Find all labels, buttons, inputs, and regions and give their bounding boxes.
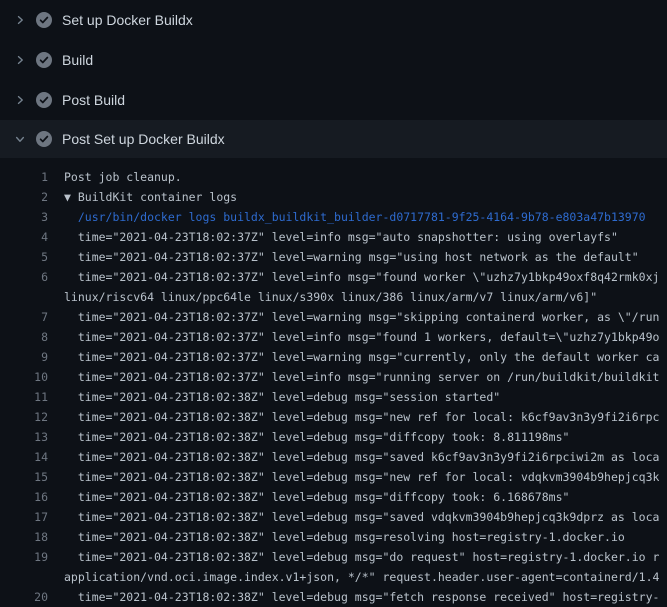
log-row: 20 time="2021-04-23T18:02:38Z" level=deb… (0, 587, 667, 607)
log-line-text: time="2021-04-23T18:02:37Z" level=warnin… (64, 310, 659, 324)
log-line-number[interactable]: 14 (0, 450, 48, 464)
log-line-text: time="2021-04-23T18:02:37Z" level=warnin… (64, 250, 639, 264)
log-line-text: linux/riscv64 linux/ppc64le linux/s390x … (64, 290, 597, 304)
log-line-text: time="2021-04-23T18:02:38Z" level=debug … (64, 430, 569, 444)
log-line-text: /usr/bin/docker logs buildx_buildkit_bui… (64, 210, 646, 224)
step-label: Post Set up Docker Buildx (62, 131, 225, 147)
step-label: Set up Docker Buildx (62, 12, 193, 28)
log-row: 8 time="2021-04-23T18:02:37Z" level=info… (0, 327, 667, 347)
log-line-text: time="2021-04-23T18:02:38Z" level=debug … (64, 590, 659, 604)
log-line-number[interactable]: 5 (0, 250, 48, 264)
log-line-text: application/vnd.oci.image.index.v1+json,… (64, 570, 659, 584)
log-line-number[interactable]: 16 (0, 490, 48, 504)
log-line-number[interactable]: 1 (0, 170, 48, 184)
log-row: 18 time="2021-04-23T18:02:38Z" level=deb… (0, 527, 667, 547)
check-circle-icon (36, 92, 52, 108)
log-line-text: time="2021-04-23T18:02:38Z" level=debug … (64, 530, 625, 544)
log-line-text: time="2021-04-23T18:02:38Z" level=debug … (64, 470, 659, 484)
log-line-number[interactable]: 3 (0, 210, 48, 224)
log-row: 19 time="2021-04-23T18:02:38Z" level=deb… (0, 547, 667, 567)
log-row: 4 time="2021-04-23T18:02:37Z" level=info… (0, 227, 667, 247)
log-line-number[interactable]: 17 (0, 510, 48, 524)
log-line-text: time="2021-04-23T18:02:38Z" level=debug … (64, 450, 659, 464)
log-line-text: time="2021-04-23T18:02:38Z" level=debug … (64, 410, 659, 424)
log-line-text: time="2021-04-23T18:02:38Z" level=debug … (64, 550, 659, 564)
log-line-text: time="2021-04-23T18:02:37Z" level=info m… (64, 270, 659, 284)
log-row: 14 time="2021-04-23T18:02:38Z" level=deb… (0, 447, 667, 467)
log-line-number[interactable]: 19 (0, 550, 48, 564)
chevron-right-icon (12, 92, 28, 108)
step-label: Post Build (62, 92, 125, 108)
check-circle-icon (36, 131, 52, 147)
log-line-text: time="2021-04-23T18:02:38Z" level=debug … (64, 390, 500, 404)
log-line-number[interactable]: 4 (0, 230, 48, 244)
step-header[interactable]: Set up Docker Buildx (0, 0, 667, 40)
log-line-number[interactable]: 15 (0, 470, 48, 484)
log-row: 9 time="2021-04-23T18:02:37Z" level=warn… (0, 347, 667, 367)
step-label: Build (62, 52, 93, 68)
log-line-number[interactable]: 10 (0, 370, 48, 384)
log-line-number[interactable]: 2 (0, 190, 48, 204)
log-row: 15 time="2021-04-23T18:02:38Z" level=deb… (0, 467, 667, 487)
log-line-number[interactable]: 18 (0, 530, 48, 544)
log-row: 17 time="2021-04-23T18:02:38Z" level=deb… (0, 507, 667, 527)
log-row: 16 time="2021-04-23T18:02:38Z" level=deb… (0, 487, 667, 507)
log-line-number[interactable]: 13 (0, 430, 48, 444)
log-line-number[interactable]: 12 (0, 410, 48, 424)
log-line-number[interactable]: 9 (0, 350, 48, 364)
log-line-number[interactable]: 6 (0, 270, 48, 284)
log-view: 1 Post job cleanup. 2 ▼ BuildKit contain… (0, 158, 667, 607)
log-line-text: Post job cleanup. (64, 170, 182, 184)
chevron-down-icon (12, 131, 28, 147)
log-line-number[interactable]: 11 (0, 390, 48, 404)
log-row: 10 time="2021-04-23T18:02:37Z" level=inf… (0, 367, 667, 387)
step-header[interactable]: Post Set up Docker Buildx (0, 120, 667, 158)
log-line-text: time="2021-04-23T18:02:37Z" level=warnin… (64, 350, 659, 364)
log-row: 6 time="2021-04-23T18:02:37Z" level=info… (0, 267, 667, 287)
log-row: 7 time="2021-04-23T18:02:37Z" level=warn… (0, 307, 667, 327)
chevron-right-icon (12, 52, 28, 68)
check-circle-icon (36, 12, 52, 28)
log-row: linux/riscv64 linux/ppc64le linux/s390x … (0, 287, 667, 307)
log-line-number[interactable]: 7 (0, 310, 48, 324)
log-line-text: time="2021-04-23T18:02:38Z" level=debug … (64, 510, 659, 524)
log-row: 5 time="2021-04-23T18:02:37Z" level=warn… (0, 247, 667, 267)
log-line-text: time="2021-04-23T18:02:38Z" level=debug … (64, 490, 569, 504)
step-header[interactable]: Post Build (0, 80, 667, 120)
step-header[interactable]: Build (0, 40, 667, 80)
log-line-text: time="2021-04-23T18:02:37Z" level=info m… (64, 230, 618, 244)
log-line-number[interactable]: 20 (0, 590, 48, 604)
log-row: 2 ▼ BuildKit container logs (0, 187, 667, 207)
log-row: 3 /usr/bin/docker logs buildx_buildkit_b… (0, 207, 667, 227)
log-row: 1 Post job cleanup. (0, 167, 667, 187)
log-line-text: time="2021-04-23T18:02:37Z" level=info m… (64, 330, 659, 344)
chevron-right-icon (12, 12, 28, 28)
log-row: 12 time="2021-04-23T18:02:38Z" level=deb… (0, 407, 667, 427)
steps-list: Set up Docker Buildx Build (0, 0, 667, 158)
log-line-number[interactable]: 8 (0, 330, 48, 344)
log-row: application/vnd.oci.image.index.v1+json,… (0, 567, 667, 587)
log-row: 11 time="2021-04-23T18:02:38Z" level=deb… (0, 387, 667, 407)
log-row: 13 time="2021-04-23T18:02:38Z" level=deb… (0, 427, 667, 447)
log-line-text[interactable]: ▼ BuildKit container logs (64, 190, 237, 204)
log-line-text: time="2021-04-23T18:02:37Z" level=info m… (64, 370, 659, 384)
check-circle-icon (36, 52, 52, 68)
